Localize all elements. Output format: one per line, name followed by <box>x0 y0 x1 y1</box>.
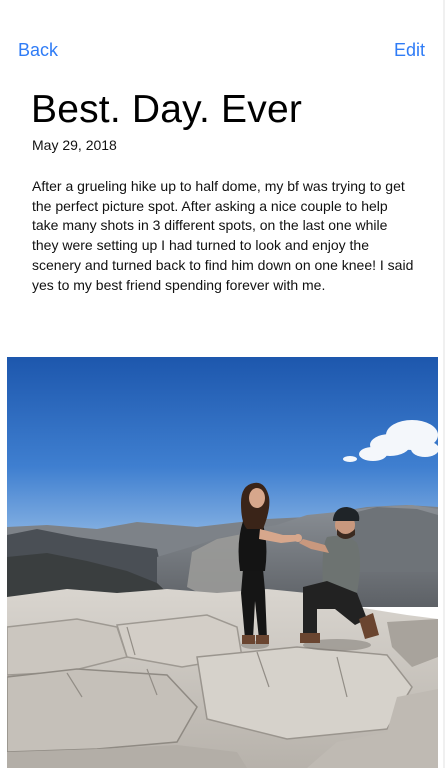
entry-title: Best. Day. Ever <box>31 88 303 131</box>
entry-photo <box>7 357 438 768</box>
entry-date: May 29, 2018 <box>32 137 117 153</box>
back-button[interactable]: Back <box>18 40 58 61</box>
edit-button[interactable]: Edit <box>394 40 425 61</box>
proposal-photo-illustration <box>7 357 438 768</box>
joined-hands <box>294 534 302 542</box>
navigation-bar: Back Edit <box>0 36 445 68</box>
granite-slab-right <box>196 646 413 740</box>
granite-slab-front <box>7 668 198 753</box>
entry-body: After a grueling hike up to half dome, m… <box>32 178 414 293</box>
journal-entry-screen: Back Edit Best. Day. Ever May 29, 2018 A… <box>0 0 445 768</box>
